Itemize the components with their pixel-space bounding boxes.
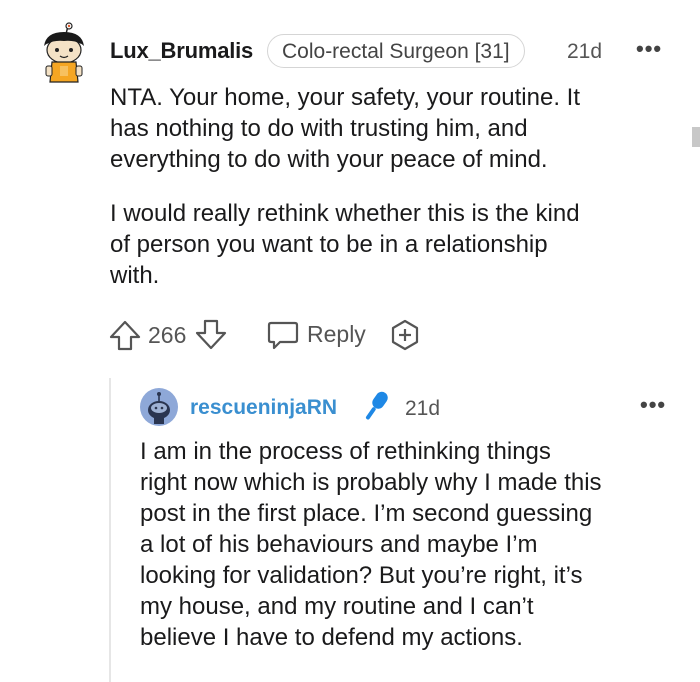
downvote-icon[interactable] [194, 318, 228, 352]
avatar[interactable] [140, 388, 178, 426]
thread-line[interactable] [109, 378, 111, 682]
microphone-icon [360, 388, 392, 424]
vote-score: 266 [148, 322, 187, 348]
upvote-icon[interactable] [108, 318, 142, 352]
award-icon[interactable] [388, 318, 422, 352]
avatar[interactable] [38, 22, 90, 84]
reply-icon[interactable] [266, 317, 300, 351]
comment-paragraph: I would really rethink whether this is t… [110, 200, 580, 289]
scrollbar-thumb[interactable] [692, 127, 700, 147]
reply-timestamp: 21d [405, 397, 441, 420]
comment-author[interactable]: Lux_Brumalis [110, 38, 253, 64]
reply-button[interactable]: Reply [307, 321, 366, 348]
more-options-button[interactable]: ••• [636, 36, 662, 62]
comment-timestamp: 21d [567, 40, 603, 63]
reply-author[interactable]: rescueninjaRN [190, 396, 337, 420]
comment-paragraph: NTA. Your home, your safety, your routin… [110, 84, 581, 173]
user-flair: Colo-rectal Surgeon [31] [267, 34, 525, 68]
reply-text: I am in the process of rethinking things… [140, 438, 602, 651]
more-options-button[interactable]: ••• [640, 392, 666, 418]
